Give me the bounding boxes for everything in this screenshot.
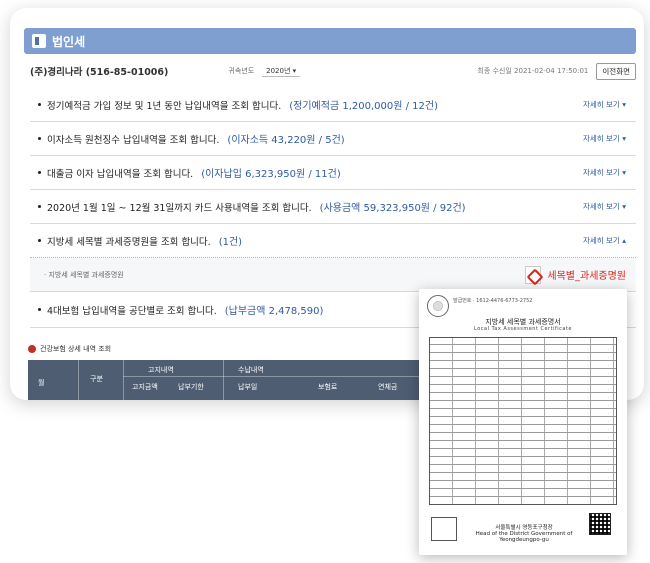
record-icon: [28, 345, 36, 353]
doc-subtitle: Local Tax Assessment Certificate: [474, 326, 572, 332]
sub-notice-amount: 고지금액: [132, 383, 158, 391]
list-item-card-usage: 2020년 1월 1일 ~ 12월 31일까지 카드 사용내역을 조회 합니다.…: [30, 190, 636, 224]
detail-toggle-loan-interest[interactable]: 자세히 보기 ▾: [583, 167, 636, 178]
page-title: 법인세: [52, 34, 86, 49]
divider: [123, 360, 124, 400]
last-fetch-time: 최종 수신일 2021-02-04 17:50:01: [477, 67, 589, 75]
row-text: 정기예적금 가입 정보 및 1년 동안 납입내역을 조회 합니다.: [47, 100, 282, 112]
emblem-seal: [427, 295, 449, 317]
local-tax-detail: · 지방세 세목별 과세증명원 세목별_과세증명원: [30, 258, 636, 292]
row-summary: (이자납입 6,323,950원 / 11건): [201, 169, 341, 180]
sub-receipt-late: 연체금: [378, 383, 398, 391]
tax-certificate-document: 발급번호 · 1612-4476-6773-2752 지방세 세목별 과세증명서…: [419, 289, 627, 555]
pdf-icon: [525, 265, 542, 284]
divider: [223, 360, 224, 400]
row-text: 4대보험 납입내역을 공단별로 조회 합니다.: [47, 305, 217, 317]
sub-notice-deadline: 납부기한: [178, 383, 204, 391]
qr-code-icon: [589, 513, 611, 535]
row-summary: (정기예적금 1,200,000원 / 12건): [289, 101, 438, 112]
list-item-savings: 정기예적금 가입 정보 및 1년 동안 납입내역을 조회 합니다. (정기예적금…: [30, 88, 636, 122]
row-text: 대출금 이자 납입내역을 조회 합니다.: [47, 168, 194, 180]
document-icon: [32, 34, 46, 48]
prev-screen-button[interactable]: 이전화면: [596, 62, 636, 80]
sub-receipt-date: 납부일: [238, 383, 258, 391]
row-summary: (1건): [218, 237, 243, 248]
year-select[interactable]: 2020년: [262, 66, 301, 77]
bullet-icon: [38, 308, 41, 311]
detail-toggle-local-tax[interactable]: 자세히 보기 ▴: [583, 235, 636, 246]
doc-table: [429, 337, 617, 505]
detail-label: · 지방세 세목별 과세증명원: [44, 270, 124, 279]
divider: [123, 376, 448, 377]
row-summary: (납부금액 2,478,590): [224, 306, 324, 317]
year-label: 귀속년도: [228, 67, 255, 75]
list-item-local-tax: 지방세 세목별 과세증명원을 조회 합니다. (1건) 자세히 보기 ▴: [30, 224, 636, 258]
row-text: 이자소득 원천징수 납입내역을 조회 합니다.: [47, 134, 220, 146]
bullet-icon: [38, 137, 41, 140]
info-bar: (주)경리나라 (516-85-01006) 귀속년도 2020년 최종 수신일…: [30, 62, 636, 80]
list-item-loan-interest: 대출금 이자 납입내역을 조회 합니다. (이자납입 6,323,950원 / …: [30, 156, 636, 190]
doc-issuer: 서울특별시 영등포구청장 Head of the District Govern…: [475, 525, 573, 543]
bullet-icon: [38, 103, 41, 106]
title-bar: 법인세: [24, 28, 636, 54]
bullet-icon: [38, 205, 41, 208]
col-month: 월: [38, 379, 45, 387]
pdf-download-link[interactable]: 세목별_과세증명원: [525, 265, 626, 284]
row-text: 2020년 1월 1일 ~ 12월 31일까지 카드 사용내역을 조회 합니다.: [47, 202, 312, 214]
row-summary: (사용금액 59,323,950원 / 92건): [319, 203, 466, 214]
detail-toggle-savings[interactable]: 자세히 보기 ▾: [583, 99, 636, 110]
health-table-header: 월 구분 고지내역 수납내역 고지금액 납부기한 납부일 보험료 연체금: [28, 360, 448, 400]
bullet-icon: [38, 239, 41, 242]
doc-footer: 서울특별시 영등포구청장 Head of the District Govern…: [429, 509, 617, 545]
list-item-interest-income: 이자소득 원천징수 납입내역을 조회 합니다. (이자소득 43,220원 / …: [30, 122, 636, 156]
company-name: (주)경리나라 (516-85-01006): [30, 67, 169, 78]
detail-toggle-card-usage[interactable]: 자세히 보기 ▾: [583, 201, 636, 212]
row-text: 지방세 세목별 과세증명원을 조회 합니다.: [47, 236, 211, 248]
health-insurance-header: 건강보험 상세 내역 조회: [28, 344, 111, 354]
col-type: 구분: [90, 375, 103, 383]
bullet-icon: [38, 171, 41, 174]
doc-issue-number: 발급번호 · 1612-4476-6773-2752: [453, 298, 533, 304]
detail-toggle-interest-income[interactable]: 자세히 보기 ▾: [583, 133, 636, 144]
stamp-box: [431, 517, 457, 541]
sub-receipt-amount: 보험료: [318, 383, 338, 391]
group-notice: 고지내역: [148, 366, 174, 374]
health-title: 건강보험 상세 내역 조회: [40, 345, 112, 353]
row-summary: (이자소득 43,220원 / 5건): [227, 135, 345, 146]
divider: [78, 360, 79, 400]
group-receipt: 수납내역: [238, 366, 264, 374]
pdf-label: 세목별_과세증명원: [547, 271, 626, 282]
